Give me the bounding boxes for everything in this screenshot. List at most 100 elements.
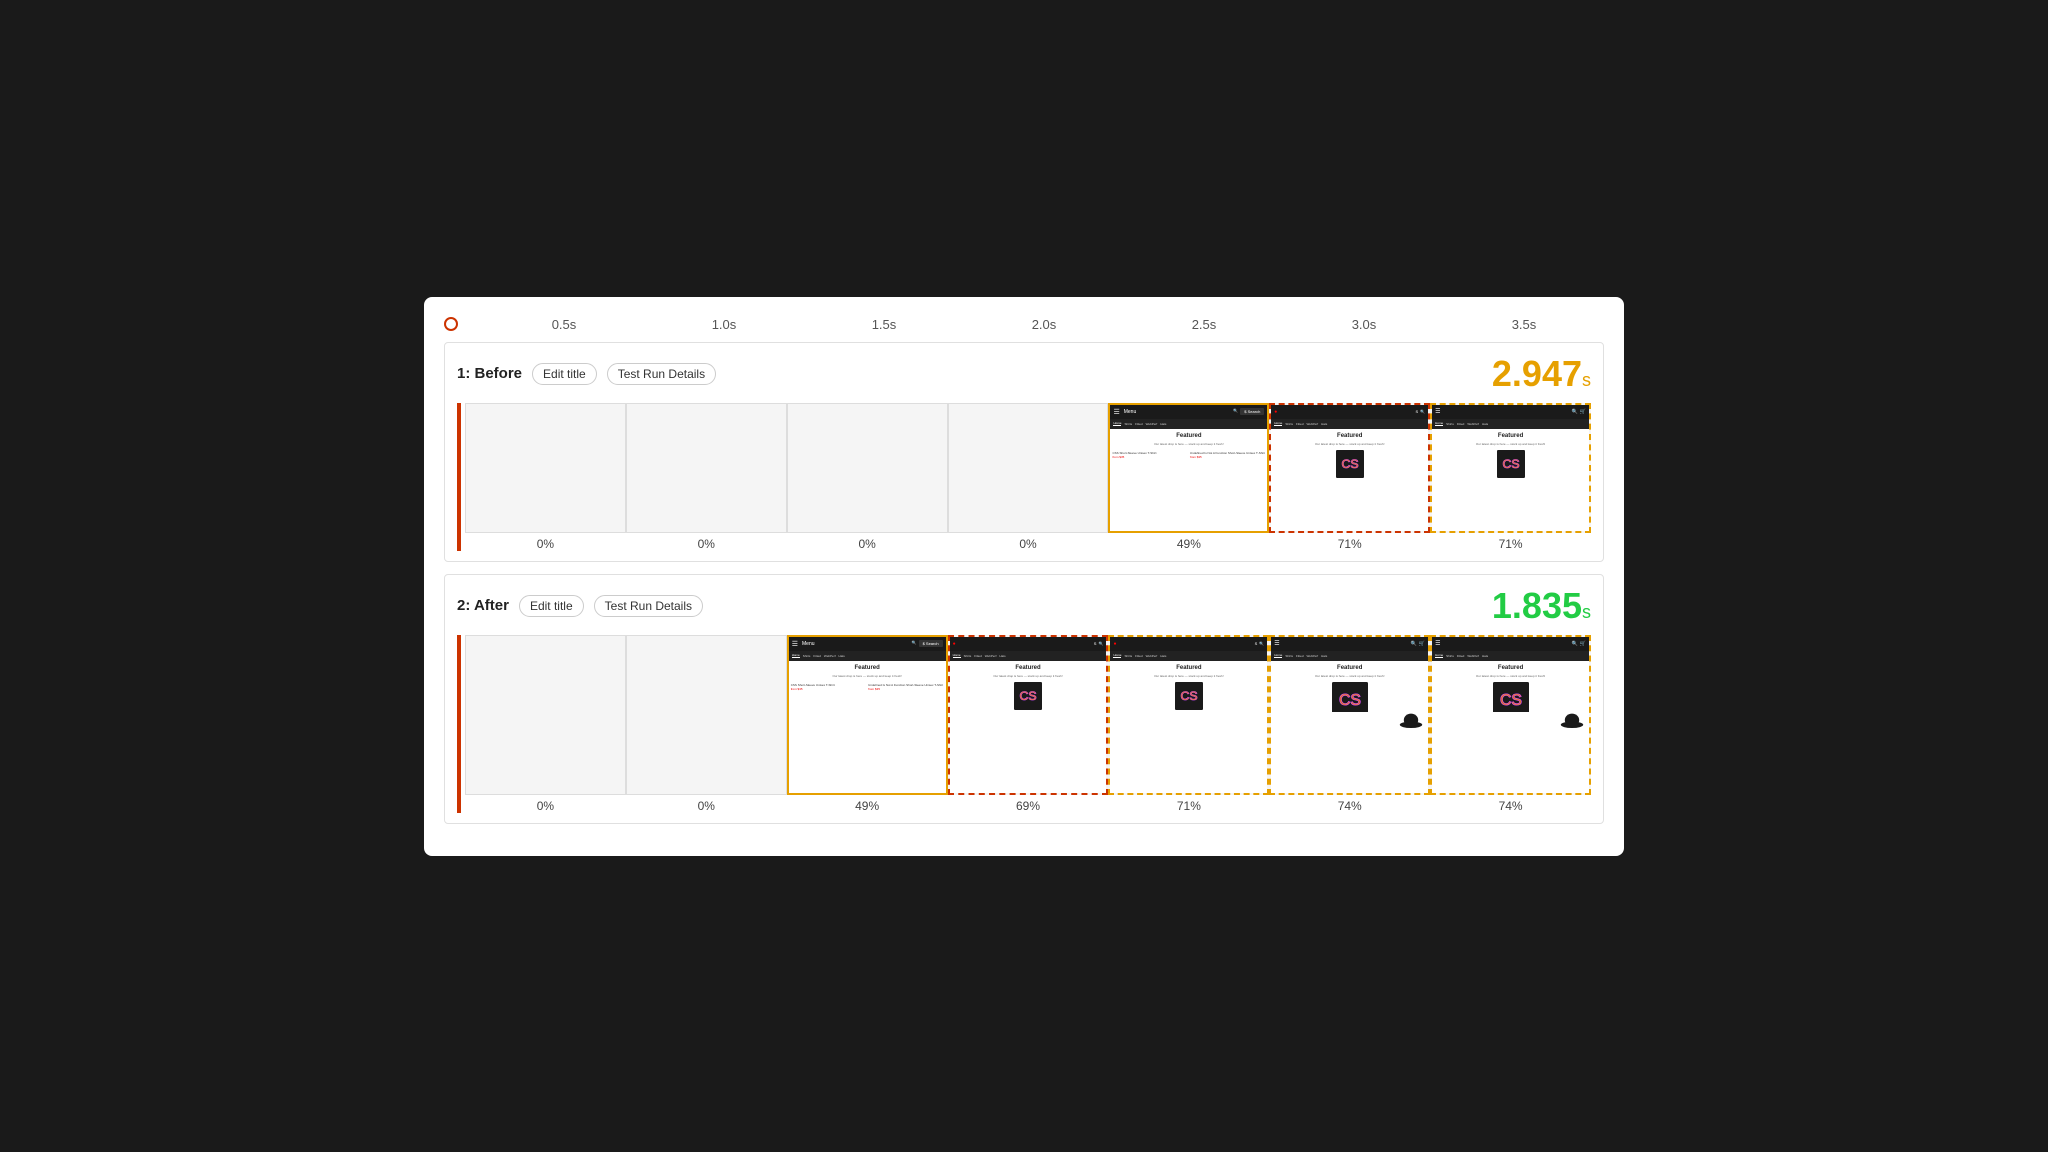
mini-homenav-1-6: Home Shirts Fitted WebPerf Hats <box>1432 419 1589 429</box>
filmstrip-left-line-1 <box>457 403 461 551</box>
frame-pct-2-3: 69% <box>1016 799 1040 813</box>
edit-title-button-2[interactable]: Edit title <box>519 595 584 617</box>
frame-col-2-2: ☰ Menu 🔍$ Search Home Shirts Fitted WebP… <box>787 635 948 813</box>
frame-pct-1-1: 0% <box>698 537 715 551</box>
filmstrip-left-line-2 <box>457 635 461 813</box>
mini-product-2: Undefined Is Not A Function Short-Sleeve… <box>1190 452 1265 460</box>
section-after: 2: After Edit title Test Run Details 1.8… <box>444 574 1604 824</box>
mini-browser-2-2: ☰ Menu 🔍$ Search Home Shirts Fitted WebP… <box>789 637 946 793</box>
main-container: 0.5s 1.0s 1.5s 2.0s 2.5s 3.0s 3.5s 1: Be… <box>424 297 1624 856</box>
mini-hamburger-1-4: ☰ <box>1113 408 1119 416</box>
mini-subtitle-1-6: Our latest drop is here — stock up and k… <box>1432 443 1589 447</box>
frame-pct-2-2: 49% <box>855 799 879 813</box>
mini-product-2-1: CSS Short-Sleeve Unisex T-Shirtfrom $35 <box>791 684 866 692</box>
mini-hamburger-icon-1-6: ☰ <box>1435 408 1440 415</box>
frame-col-1-4: ☰ Menu 🔍$ Search Home Shirts Fitted WebP… <box>1108 403 1269 551</box>
mini-hamburger-2-5: ☰ <box>1274 640 1279 647</box>
mini-red-dot-2-4: ● <box>1113 641 1116 647</box>
frame-pct-1-3: 0% <box>1019 537 1036 551</box>
frame-col-2-3: ● S🔍 Home Shirts Fitted WebPerf Hats <box>948 635 1109 813</box>
frame-col-1-0: 0% <box>465 403 626 551</box>
section1-label: 1: Before <box>457 365 522 382</box>
timeline-mark-0: 0.5s <box>484 317 644 332</box>
mini-featured-1-6: Featured <box>1432 429 1589 443</box>
frame-2-5: ☰ 🔍🛒 Home Shirts Fitted WebPerf Hats <box>1269 635 1430 795</box>
svg-text:CS: CS <box>1339 692 1361 709</box>
mini-menubar-2-2: ☰ Menu 🔍$ Search <box>789 637 946 651</box>
section2-label: 2: After <box>457 597 509 614</box>
frame-2-1 <box>626 635 787 795</box>
mini-menubar-1-4: ☰ Menu 🔍$ Search <box>1110 405 1267 419</box>
frame-pct-2-5: 74% <box>1338 799 1362 813</box>
mini-icons-2-3: S🔍 <box>1094 641 1104 646</box>
mini-s-icon: S🔍 <box>1416 409 1426 414</box>
timeline-dot <box>444 317 458 331</box>
mini-featured-2-2: Featured <box>789 661 946 675</box>
frame-pct-2-0: 0% <box>537 799 554 813</box>
mini-featured-2-5: Featured <box>1271 661 1428 675</box>
timeline-mark-4: 2.5s <box>1124 317 1284 332</box>
mini-menu-label-2: Menu <box>802 641 815 647</box>
frame-col-1-1: 0% <box>626 403 787 551</box>
mini-hat-2-6 <box>1432 712 1589 728</box>
mini-featured-1-4: Featured <box>1110 429 1267 443</box>
frame-col-2-0: 0% <box>465 635 626 813</box>
mini-icons-2-4: S🔍 <box>1255 641 1265 646</box>
frame-col-2-6: ☰ 🔍🛒 Home Shirts Fitted WebPerf Hats <box>1430 635 1591 813</box>
mini-homenav-2-5: Home Shirts Fitted WebPerf Hats <box>1271 651 1428 661</box>
svg-text:CS: CS <box>1019 689 1036 703</box>
frame-2-3: ● S🔍 Home Shirts Fitted WebPerf Hats <box>948 635 1109 795</box>
timeline-header: 0.5s 1.0s 1.5s 2.0s 2.5s 3.0s 3.5s <box>444 317 1604 332</box>
timeline-mark-1: 1.0s <box>644 317 804 332</box>
frame-1-4: ☰ Menu 🔍$ Search Home Shirts Fitted WebP… <box>1108 403 1269 533</box>
mini-browser-2-5: ☰ 🔍🛒 Home Shirts Fitted WebPerf Hats <box>1271 637 1428 793</box>
mini-topbar-2-4: ● S🔍 <box>1110 637 1267 651</box>
frame-2-4: ● S🔍 Home Shirts Fitted WebPerf Hats <box>1108 635 1269 795</box>
test-run-button-2[interactable]: Test Run Details <box>594 595 703 617</box>
svg-text:CS: CS <box>1341 457 1358 471</box>
mini-homenav-2-3: Home Shirts Fitted WebPerf Hats <box>950 651 1107 661</box>
frame-col-2-4: ● S🔍 Home Shirts Fitted WebPerf Hats <box>1108 635 1269 813</box>
frame-1-1 <box>626 403 787 533</box>
frame-2-0 <box>465 635 626 795</box>
svg-text:CS: CS <box>1180 689 1197 703</box>
mini-tshirt-2-6: CS CS <box>1432 682 1589 712</box>
mini-tshirt-1-5: CS CS <box>1271 450 1428 478</box>
mini-subtitle-1-5: Our latest drop is here — stock up and k… <box>1271 443 1428 447</box>
mini-red-dot-2-3: ● <box>953 641 956 647</box>
mini-search-icon: 🔍$ Search <box>1233 408 1264 415</box>
mini-search-2: 🔍$ Search <box>912 640 943 647</box>
timeline-mark-6: 3.5s <box>1444 317 1604 332</box>
score-after: 1.835s <box>1492 585 1591 627</box>
mini-menu-label: Menu <box>1124 409 1137 415</box>
frame-pct-1-2: 0% <box>858 537 875 551</box>
mini-topbar-1-6: ☰ 🔍🛒 <box>1432 405 1589 419</box>
mini-products-2-2: CSS Short-Sleeve Unisex T-Shirtfrom $35 … <box>789 682 946 694</box>
frame-col-2-1: 0% <box>626 635 787 813</box>
frame-pct-1-0: 0% <box>537 537 554 551</box>
frame-col-1-5: ● S🔍 Home Shirts Fitted WebPerf Hats <box>1269 403 1430 551</box>
mini-homenav-2-4: Home Shirts Fitted WebPerf Hats <box>1110 651 1267 661</box>
timeline-mark-3: 2.0s <box>964 317 1124 332</box>
mini-subtitle-2-2: Our latest drop is here — stock up and k… <box>789 675 946 679</box>
frame-1-6: ☰ 🔍🛒 Home Shirts Fitted WebPerf Hats <box>1430 403 1591 533</box>
mini-featured-2-6: Featured <box>1432 661 1589 675</box>
frame-2-6: ☰ 🔍🛒 Home Shirts Fitted WebPerf Hats <box>1430 635 1591 795</box>
mini-menubar-1-5: ● S🔍 <box>1271 405 1428 419</box>
mini-tshirt-2-3: CS CS <box>950 682 1107 710</box>
timeline-mark-2: 1.5s <box>804 317 964 332</box>
mini-subtitle-2-3: Our latest drop is here — stock up and k… <box>950 675 1107 679</box>
test-run-button-1[interactable]: Test Run Details <box>607 363 716 385</box>
mini-products-1-4: CSS Short-Sleeve Unisex T-Shirtfrom $35 … <box>1110 450 1267 462</box>
mini-topbar-2-6: ☰ 🔍🛒 <box>1432 637 1589 651</box>
mini-homenav-2-6: Home Shirts Fitted WebPerf Hats <box>1432 651 1589 661</box>
mini-icons-2-6: 🔍🛒 <box>1572 641 1586 647</box>
frame-pct-1-6: 71% <box>1499 537 1523 551</box>
timeline-marks: 0.5s 1.0s 1.5s 2.0s 2.5s 3.0s 3.5s <box>484 317 1604 332</box>
mini-hat-2-5 <box>1271 712 1428 728</box>
edit-title-button-1[interactable]: Edit title <box>532 363 597 385</box>
mini-tshirt-2-5: CS CS <box>1271 682 1428 712</box>
mini-browser-1-6: ☰ 🔍🛒 Home Shirts Fitted WebPerf Hats <box>1432 405 1589 531</box>
mini-topbar-2-3: ● S🔍 <box>950 637 1107 651</box>
frame-1-2 <box>787 403 948 533</box>
